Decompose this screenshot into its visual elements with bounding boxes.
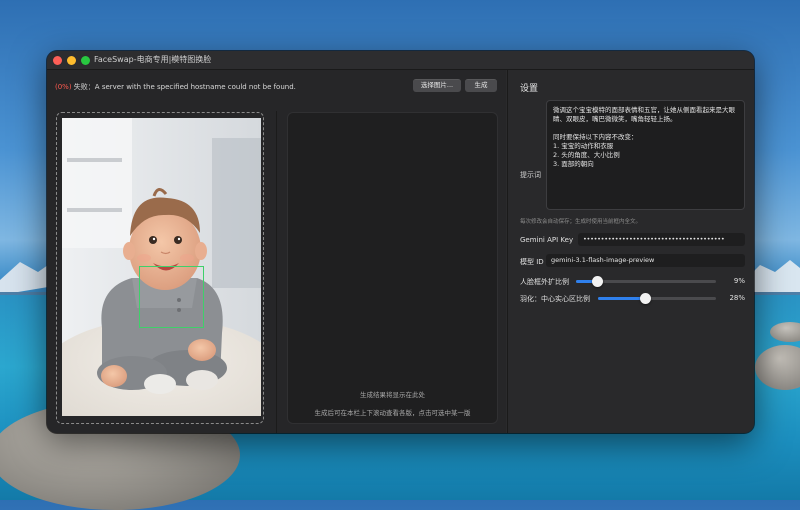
result-placeholder-text: 生成结果将显示在此处 xyxy=(360,391,425,399)
window-title: FaceSwap-电商专用|模特图换脸 xyxy=(94,55,212,64)
api-key-label: Gemini API Key xyxy=(520,236,574,244)
zoom-window-button[interactable] xyxy=(81,56,90,65)
pane-divider[interactable] xyxy=(276,111,277,433)
prompt-label: 提示词 xyxy=(520,171,541,179)
face-expand-slider-knob[interactable] xyxy=(591,276,603,287)
choose-image-button[interactable]: 选择图片... xyxy=(413,79,461,92)
feather-slider-knob[interactable] xyxy=(639,293,651,304)
status-message: (0%) 失败：A server with the specified host… xyxy=(55,82,296,92)
progress-error-badge: (0%) xyxy=(55,83,72,91)
title-bar: FaceSwap-电商专用|模特图换脸 xyxy=(47,51,754,70)
model-id-field[interactable]: gemini-3.1-flash-image-preview xyxy=(546,254,745,267)
face-expand-slider[interactable] xyxy=(576,276,716,287)
face-detection-box[interactable] xyxy=(139,266,204,328)
minimize-window-button[interactable] xyxy=(67,56,76,65)
feather-percent: 28% xyxy=(729,294,745,302)
close-window-button[interactable] xyxy=(53,56,62,65)
workspace-pane: (0%) 失败：A server with the specified host… xyxy=(47,70,506,433)
settings-title: 设置 xyxy=(520,84,539,94)
feather-label: 羽化：中心实心区比例 xyxy=(520,295,590,303)
status-text: 失败：A server with the specified hostname … xyxy=(71,83,296,91)
prompt-textarea[interactable]: 微调这个宝宝模特的面部表情和五官，让她从侧面看起来是大眼睛、双眼皮，嘴巴微微笑，… xyxy=(546,100,745,210)
face-expand-percent: 9% xyxy=(733,277,745,285)
model-id-label: 模型 ID xyxy=(520,258,544,266)
app-window: FaceSwap-电商专用|模特图换脸 (0%) 失败：A server wit… xyxy=(47,51,754,433)
settings-panel: 设置 提示词 微调这个宝宝模特的面部表情和五官，让她从侧面看起来是大眼睛、双眼皮… xyxy=(507,70,754,433)
api-key-field[interactable]: •••••••••••••••••••••••••••••••••••••••• xyxy=(578,233,745,246)
face-expand-label: 人脸框外扩比例 xyxy=(520,278,569,286)
feather-slider-fill xyxy=(598,297,646,300)
autosave-hint: 每次修改会自动保存；生成时使用当前框内全文。 xyxy=(520,219,642,225)
result-hint-text: 生成后可在本栏上下滚动查看各版，点击可选中某一版 xyxy=(314,409,471,417)
result-preview-pane[interactable]: 生成结果将显示在此处 生成后可在本栏上下滚动查看各版，点击可选中某一版 xyxy=(287,112,498,424)
source-photo xyxy=(62,118,261,416)
feather-slider[interactable] xyxy=(598,293,716,304)
generate-button[interactable]: 生成 xyxy=(465,79,497,92)
